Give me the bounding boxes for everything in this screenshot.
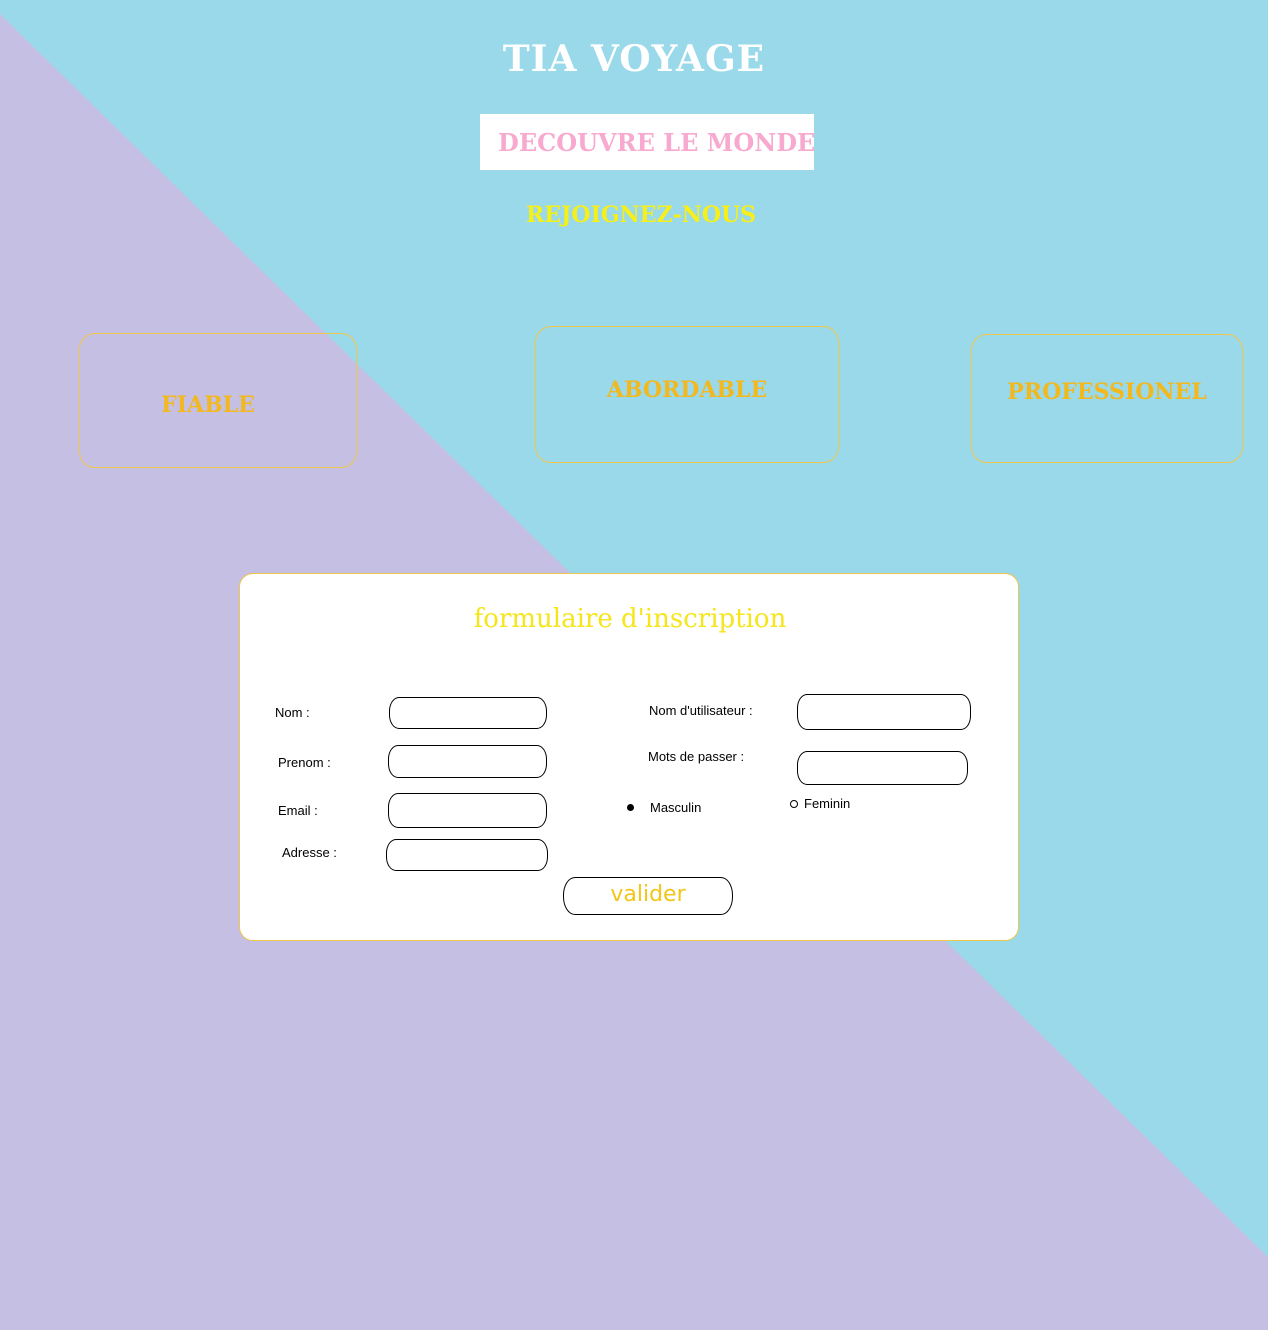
prenom-label: Prenom : xyxy=(278,755,331,770)
nom-input[interactable] xyxy=(389,697,547,729)
join-us-link[interactable]: REJOIGNEZ-NOUS xyxy=(0,202,1268,228)
feature-card-professionel: PROFESSIONEL xyxy=(971,334,1243,463)
adresse-input[interactable] xyxy=(386,839,548,871)
tagline-banner: DECOUVRE LE MONDE xyxy=(480,114,816,170)
email-label: Email : xyxy=(278,803,318,818)
radio-selected-icon xyxy=(627,804,634,811)
tagline-text: DECOUVRE LE MONDE xyxy=(498,127,816,157)
nom-label: Nom : xyxy=(275,705,310,720)
password-label: Mots de passer : xyxy=(648,749,745,764)
feature-label: ABORDABLE xyxy=(606,376,768,403)
feature-card-abordable: ABORDABLE xyxy=(535,326,839,463)
submit-button[interactable]: valider xyxy=(563,877,733,915)
gender-radio-feminin[interactable]: Feminin xyxy=(790,796,850,811)
feminin-label: Feminin xyxy=(804,796,851,811)
feature-label: FIABLE xyxy=(161,391,255,418)
prenom-input[interactable] xyxy=(388,745,547,778)
feature-label: PROFESSIONEL xyxy=(1007,378,1207,405)
username-input[interactable] xyxy=(797,694,971,730)
form-title: formulaire d'inscription xyxy=(473,604,787,634)
registration-form: formulaire d'inscription Nom : Prenom : … xyxy=(239,573,1019,941)
site-title: TIA VOYAGE xyxy=(502,38,766,80)
username-label: Nom d'utilisateur : xyxy=(649,703,753,718)
feature-card-fiable: FIABLE xyxy=(79,333,357,468)
adresse-label: Adresse : xyxy=(282,845,337,860)
password-input[interactable] xyxy=(797,751,968,785)
radio-unselected-icon xyxy=(790,799,798,808)
gender-radio-masculin[interactable]: Masculin xyxy=(627,800,701,815)
masculin-label: Masculin xyxy=(650,800,702,815)
email-input[interactable] xyxy=(388,793,547,828)
